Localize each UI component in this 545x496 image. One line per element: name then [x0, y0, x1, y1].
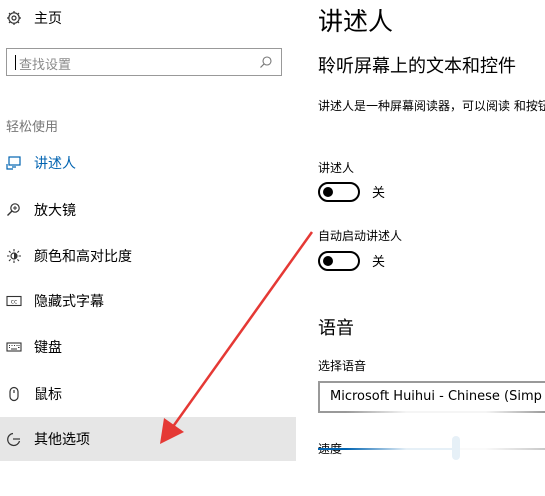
description: 讲述人是一种屏幕阅读器，可以阅读 和按钮。: [318, 99, 545, 113]
section-title: 轻松使用: [6, 120, 59, 135]
toggle-knob: [323, 256, 333, 266]
closed-caption-icon: cc: [6, 293, 22, 309]
sidebar-item-keyboard[interactable]: 键盘: [0, 325, 296, 369]
home-link[interactable]: 主页: [6, 8, 62, 28]
sidebar: 主页 查找设置 轻松使用 讲述人 放大镜 颜色和高对比度 cc 隐藏式字幕 键盘…: [0, 0, 296, 496]
autostart-toggle[interactable]: [318, 251, 360, 271]
autostart-label: 自动启动讲述人: [318, 229, 403, 243]
narrator-toggle[interactable]: [318, 182, 360, 202]
sidebar-item-mouse[interactable]: 鼠标: [0, 372, 296, 416]
other-options-icon: [6, 431, 22, 447]
narrator-label: 讲述人: [318, 161, 355, 175]
narrator-icon: [6, 155, 22, 171]
page-title: 讲述人: [318, 7, 394, 36]
gear-icon: [7, 11, 21, 25]
sidebar-item-label: 讲述人: [34, 156, 76, 172]
mouse-icon: [6, 386, 22, 402]
sidebar-item-label: 放大镜: [34, 203, 76, 219]
sidebar-item-label: 隐藏式字幕: [34, 294, 104, 310]
watermark-blur: [346, 408, 545, 484]
search-input[interactable]: 查找设置: [6, 48, 282, 76]
voice-section-title: 语音: [318, 318, 354, 339]
contrast-icon: [6, 248, 22, 264]
search-icon[interactable]: [259, 55, 273, 69]
narrator-state: 关: [372, 186, 386, 201]
choose-voice-label: 选择语音: [318, 359, 367, 373]
main-content: 讲述人 聆听屏幕上的文本和控件 讲述人是一种屏幕阅读器，可以阅读 和按钮。 讲述…: [296, 0, 545, 496]
sidebar-item-label: 键盘: [34, 340, 62, 356]
sidebar-item-narrator[interactable]: 讲述人: [0, 141, 296, 185]
home-label: 主页: [34, 11, 62, 27]
svg-text:cc: cc: [11, 299, 18, 306]
sidebar-item-label: 颜色和高对比度: [34, 249, 132, 265]
sidebar-item-label: 鼠标: [34, 387, 62, 403]
magnifier-icon: [6, 202, 22, 218]
sidebar-item-closed-captions[interactable]: cc 隐藏式字幕: [0, 279, 296, 323]
page-subtitle: 聆听屏幕上的文本和控件: [318, 56, 516, 77]
keyboard-icon: [6, 339, 22, 355]
sidebar-item-other-options[interactable]: 其他选项: [0, 417, 296, 461]
sidebar-item-label: 其他选项: [34, 432, 90, 448]
search-placeholder: 查找设置: [19, 58, 72, 73]
sidebar-item-contrast[interactable]: 颜色和高对比度: [0, 234, 296, 278]
text-cursor: [15, 55, 16, 70]
toggle-knob: [323, 187, 333, 197]
autostart-state: 关: [372, 255, 386, 270]
sidebar-item-magnifier[interactable]: 放大镜: [0, 188, 296, 232]
